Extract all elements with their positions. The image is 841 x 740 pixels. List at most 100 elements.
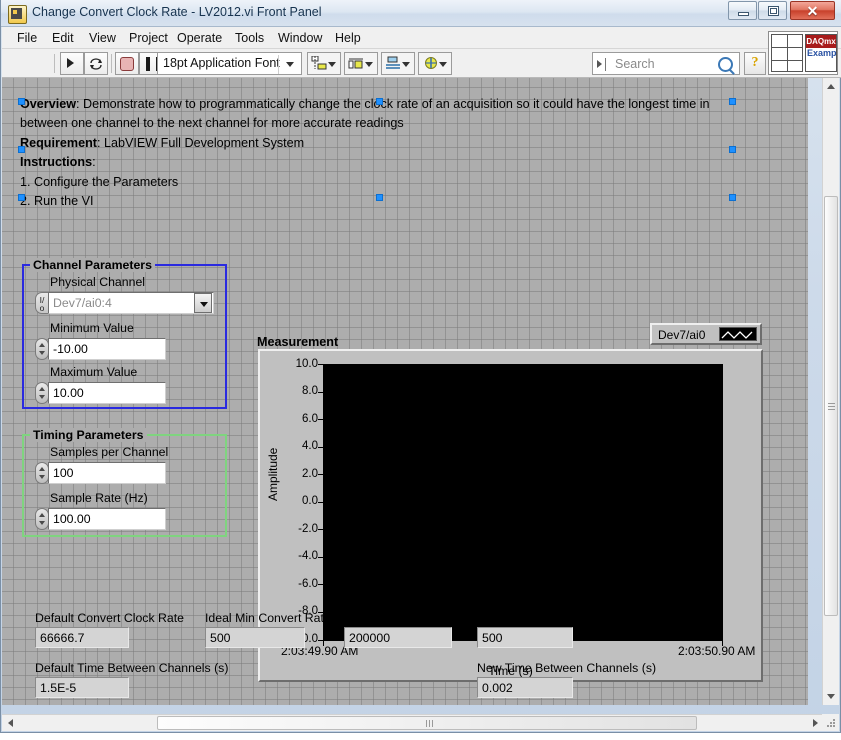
y-tick-label: -6.0 [298,578,318,590]
front-panel-canvas[interactable]: Overview: Demonstrate how to programmati… [2,78,808,705]
maximum-value-input[interactable]: 10.00 [48,382,166,404]
distribute-objects-icon [348,56,365,71]
menu-edit[interactable]: Edit [47,30,79,46]
requirement-label: Requirement [20,135,97,150]
selection-handle-ml[interactable] [18,146,25,153]
minimum-value-input[interactable]: -10.00 [48,338,166,360]
channel-parameters-title: Channel Parameters [30,258,155,272]
menu-operate[interactable]: Operate [172,30,227,46]
ideal-min-convert-rate-indicator[interactable]: 500 [205,627,305,648]
selection-handle-tl[interactable] [18,98,25,105]
resize-objects-button[interactable] [381,52,415,75]
run-arrow-icon [67,58,74,68]
align-objects-button[interactable] [307,52,341,75]
legend-series-name: Dev7/ai0 [658,328,706,342]
maximum-value-spinner[interactable] [35,382,49,404]
selection-handle-bc[interactable] [376,194,383,201]
restore-button[interactable] [758,1,787,20]
selection-handle-br[interactable] [729,194,736,201]
ideal-min-convert-rate-value: 500 [210,631,231,645]
align-objects-icon [311,55,328,71]
title-bar: Change Convert Clock Rate - LV2012.vi Fr… [1,0,841,27]
default-convert-clock-rate-indicator[interactable]: 66666.7 [35,627,129,648]
search-icon[interactable] [718,57,733,72]
default-convert-clock-rate-value: 66666.7 [40,631,85,645]
font-selector[interactable]: 18pt Application Font [157,52,302,75]
minimum-value: -10.00 [53,342,88,356]
vertical-scrollbar-thumb[interactable] [824,196,838,616]
reorder-button[interactable] [418,52,452,75]
resize-grip[interactable] [822,714,839,731]
menu-window[interactable]: Window [273,30,327,46]
plot-legend[interactable]: Dev7/ai0 [650,323,762,345]
minimum-value-spinner[interactable] [35,338,49,360]
plot-area[interactable] [323,364,723,641]
resize-objects-icon [385,56,402,71]
chevron-down-icon [402,62,410,67]
instruction-step-2: 2. Run the VI [20,194,94,209]
legend-plot-style-icon[interactable] [719,327,757,341]
instructions-label: Instructions [20,155,93,170]
sample-rate-spinner[interactable] [35,508,49,530]
distribute-objects-button[interactable] [344,52,378,75]
reorder-icon [423,56,439,71]
new-time-between-channels-label: New Time Between Channels (s) [477,661,657,675]
menu-view[interactable]: View [84,30,121,46]
question-mark-icon: ? [751,55,759,70]
status-bar [0,733,841,740]
close-button[interactable]: ✕ [790,1,835,20]
timing-parameters-title: Timing Parameters [30,428,147,442]
scroll-right-arrow-icon[interactable] [813,719,818,727]
menu-project[interactable]: Project [124,30,173,46]
instructions-colon: : [92,155,96,170]
menu-tools[interactable]: Tools [230,30,269,46]
y-tick-label: -2.0 [298,523,318,535]
max-convert-rate-indicator[interactable]: 200000 [344,627,452,648]
menu-help[interactable]: Help [330,30,366,46]
selection-handle-mr[interactable] [729,146,736,153]
logo-tag: DAQmx Example [805,34,837,72]
selection-handle-bl[interactable] [18,194,25,201]
samples-per-channel-input[interactable]: 100 [48,462,166,484]
close-icon: ✕ [806,2,819,19]
new-convert-rate-indicator[interactable]: 500 [477,627,573,648]
scroll-up-arrow-icon[interactable] [827,84,835,89]
run-button[interactable] [60,52,84,75]
io-channel-icon: I/o [35,292,49,314]
minimize-button[interactable] [728,1,757,20]
chevron-down-icon [365,62,373,67]
overview-label: Overview [20,97,77,111]
timing-parameters-cluster[interactable]: Timing Parameters Samples per Channel 10… [22,428,227,537]
instruction-step-1: 1. Configure the Parameters [20,174,179,189]
physical-channel-dropdown-button[interactable] [194,293,212,313]
selection-handle-tc[interactable] [376,98,383,105]
selection-handle-tr[interactable] [729,98,736,105]
y-tick-label: 10.0 [295,358,318,370]
default-convert-clock-rate-label: Default Convert Clock Rate [35,611,184,625]
sample-rate-label: Sample Rate (Hz) [50,491,148,505]
y-tick-label: 8.0 [302,385,318,397]
example-label: Example [807,48,837,58]
minimize-icon [738,12,749,16]
vertical-scrollbar[interactable] [822,78,839,705]
horizontal-scrollbar[interactable] [2,714,824,731]
horizontal-scrollbar-thumb[interactable] [157,716,697,730]
sample-rate-input[interactable]: 100.00 [48,508,166,530]
scroll-left-arrow-icon[interactable] [8,719,13,727]
abort-execution-button[interactable] [115,52,139,75]
measurement-graph-label: Measurement [257,335,339,349]
default-time-between-channels-indicator[interactable]: 1.5E-5 [35,677,129,698]
y-tick-label: 6.0 [302,413,318,425]
run-continuously-button[interactable] [84,52,108,75]
description-text[interactable]: Overview: Demonstrate how to programmati… [20,95,760,211]
scroll-down-arrow-icon[interactable] [827,694,835,699]
physical-channel-input[interactable]: Dev7/ai0:4 [48,292,214,314]
new-time-between-channels-indicator[interactable]: 0.002 [477,677,573,698]
run-continuously-icon [89,57,104,71]
search-input[interactable]: Search [592,52,740,75]
samples-per-channel-value: 100 [53,466,74,480]
menu-file[interactable]: File [12,30,42,46]
channel-parameters-cluster[interactable]: Channel Parameters Physical Channel I/o … [22,258,227,409]
help-button[interactable]: ? [744,52,766,75]
samples-per-channel-spinner[interactable] [35,462,49,484]
